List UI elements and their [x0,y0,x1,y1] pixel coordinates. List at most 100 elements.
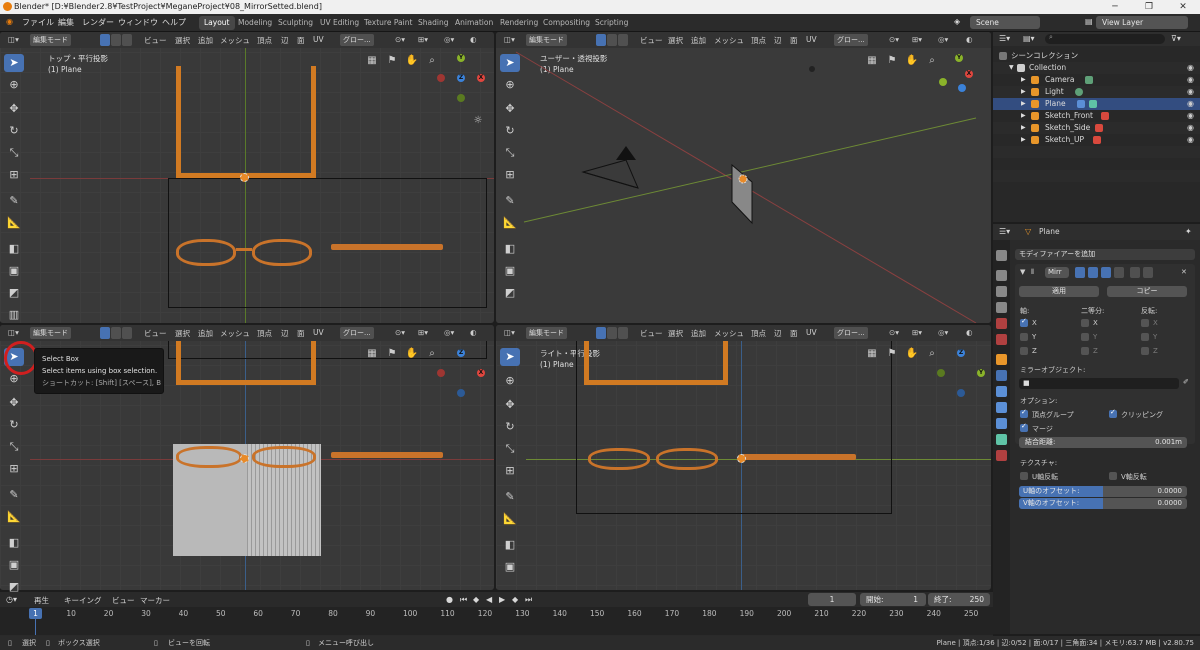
outliner-item-sketch-up[interactable]: ▶ Sketch_UP ◉ [993,134,1200,146]
mode-dropdown[interactable]: 編集モード [30,34,71,46]
cursor-tool-icon[interactable]: ⊕ [4,76,24,94]
properties-editor-icon[interactable]: ☰▾ [999,227,1010,236]
u-flip-checkbox[interactable] [1020,472,1028,480]
bisect-z-checkbox[interactable] [1081,347,1089,355]
inset-tool-icon[interactable]: ▣ [500,558,520,576]
bevel-tool-icon[interactable]: ◩ [500,284,520,302]
extrude-tool-icon[interactable]: ◧ [4,534,24,552]
scene-tab-icon[interactable] [996,318,1007,329]
axis-z-checkbox[interactable] [1020,347,1028,355]
transform-tool-icon[interactable]: ⊞ [500,166,520,184]
menu-add[interactable]: 追加 [198,35,213,46]
pan-hand-icon[interactable]: ✋ [405,54,419,68]
expand-icon[interactable]: ▶ [1021,122,1026,134]
outliner-item-plane[interactable]: ▶ Plane ◉ [993,98,1200,110]
play-reverse-icon[interactable]: ◀ [486,595,492,604]
move-up-button[interactable] [1130,267,1140,278]
menu-keying[interactable]: キーイング [64,595,102,606]
menu-mesh[interactable]: メッシュ [714,328,744,339]
zoom-icon[interactable]: ⌕ [425,54,439,68]
flip-z-checkbox[interactable] [1141,347,1149,355]
proportional-edit-icon[interactable]: ◎▾ [938,328,948,337]
pivot-icon[interactable]: ⊙▾ [889,328,899,337]
physics-tab-icon[interactable] [996,402,1007,413]
proportional-edit-icon[interactable]: ◎▾ [444,35,454,44]
blender-menu-icon[interactable]: ◉ [6,17,13,26]
camera-view-icon[interactable]: ⚑ [385,347,399,361]
gizmo-x-icon[interactable]: X [477,74,485,82]
outliner-item-sketch-side[interactable]: ▶ Sketch_Side ◉ [993,122,1200,134]
tab-scripting[interactable]: Scripting [590,16,633,30]
show-viewport-button[interactable] [1088,267,1098,278]
mode-dropdown[interactable]: 編集モード [30,327,71,339]
menu-mesh[interactable]: メッシュ [220,328,250,339]
v-offset-field[interactable]: V軸のオフセット: 0.0000 [1019,498,1187,509]
data-tab-icon[interactable] [996,434,1007,445]
object-tab-icon[interactable] [996,354,1007,365]
pivot-icon[interactable]: ⊙▾ [395,328,405,337]
merge-distance-field[interactable]: 結合距離: 0.001m [1019,437,1187,448]
measure-tool-icon[interactable]: 📐 [500,510,520,528]
pan-hand-icon[interactable]: ✋ [405,347,419,361]
menu-select[interactable]: 選択 [175,35,190,46]
scale-tool-icon[interactable]: ⤡ [500,440,520,458]
tab-layout[interactable]: Layout [199,16,235,30]
measure-tool-icon[interactable]: 📐 [4,508,24,526]
measure-tool-icon[interactable]: 📐 [4,214,24,232]
menu-uv[interactable]: UV [806,328,817,337]
outliner-editor-icon[interactable]: ☰▾ [999,34,1010,43]
menu-file[interactable]: ファイル [22,17,54,28]
scene-field[interactable]: Scene [970,16,1040,29]
rotate-tool-icon[interactable]: ↻ [4,122,24,140]
vertex-select-button[interactable] [100,34,110,46]
gizmo-x-icon[interactable]: X [477,369,485,377]
face-select-button[interactable] [122,327,132,339]
annotate-tool-icon[interactable]: ✎ [500,488,520,506]
timeline-ruler[interactable]: 1 10 20 30 40 50 60 70 80 90 100 110 120 130 140 150 16… [0,607,993,635]
visibility-eye-icon[interactable]: ◉ [1187,98,1194,110]
expand-icon[interactable]: ▶ [1021,110,1026,122]
pivot-icon[interactable]: ⊙▾ [395,35,405,44]
jump-end-icon[interactable]: ⏭ [525,595,532,605]
pin-icon[interactable]: ✦ [1185,227,1192,236]
proportional-edit-icon[interactable]: ◎▾ [444,328,454,337]
visibility-eye-icon[interactable]: ◉ [1187,134,1194,146]
editor-type-icon[interactable]: ◫▾ [504,328,515,337]
overlay-icon[interactable]: ◐ [470,328,477,337]
menu-window[interactable]: ウィンドウ [118,17,158,28]
outliner-item-sketch-front[interactable]: ▶ Sketch_Front ◉ [993,110,1200,122]
jump-key-forward-icon[interactable]: ◆ [512,595,518,604]
start-frame-field[interactable]: 開始: 1 [860,593,926,606]
viewport-top-right[interactable]: ◫▾ 編集モード ビュー 選択 追加 メッシュ 頂点 辺 面 UV グロー...… [496,32,991,323]
bisect-x-checkbox[interactable] [1081,319,1089,327]
flip-y-checkbox[interactable] [1141,333,1149,341]
tab-sculpting[interactable]: Sculpting [273,16,318,30]
scene-icon[interactable]: ◈ [954,17,960,26]
face-select-button[interactable] [618,327,628,339]
view-layer-field[interactable]: View Layer [1096,16,1188,29]
edge-select-button[interactable] [607,327,617,339]
menu-edge[interactable]: 辺 [281,35,289,46]
filter-icon[interactable]: ⊽▾ [1171,34,1181,43]
visibility-eye-icon[interactable]: ◉ [1187,122,1194,134]
menu-uv[interactable]: UV [313,35,324,44]
outliner-item-collection[interactable]: ▼ Collection ◉ [993,62,1200,74]
axis-y-checkbox[interactable] [1020,333,1028,341]
vertex-groups-checkbox[interactable] [1020,408,1028,418]
tab-uv-editing[interactable]: UV Editing [315,16,364,30]
minimize-button[interactable]: ─ [1098,0,1132,14]
menu-uv[interactable]: UV [313,328,324,337]
zoom-icon[interactable]: ⌕ [925,54,939,68]
move-down-button[interactable] [1143,267,1153,278]
menu-vertex[interactable]: 頂点 [751,328,766,339]
edge-select-button[interactable] [111,327,121,339]
jump-start-icon[interactable]: ⏮ [460,595,467,605]
camera-view-icon[interactable]: ⚑ [885,347,899,361]
tab-compositing[interactable]: Compositing [538,16,595,30]
copy-button[interactable]: コピー [1107,286,1187,297]
remove-modifier-icon[interactable]: ✕ [1181,268,1187,276]
world-tab-icon[interactable] [996,334,1007,345]
gizmo-y-icon[interactable]: Y [955,54,963,62]
transform-orientation-dropdown[interactable]: グロー... [340,327,374,339]
menu-face[interactable]: 面 [297,328,305,339]
